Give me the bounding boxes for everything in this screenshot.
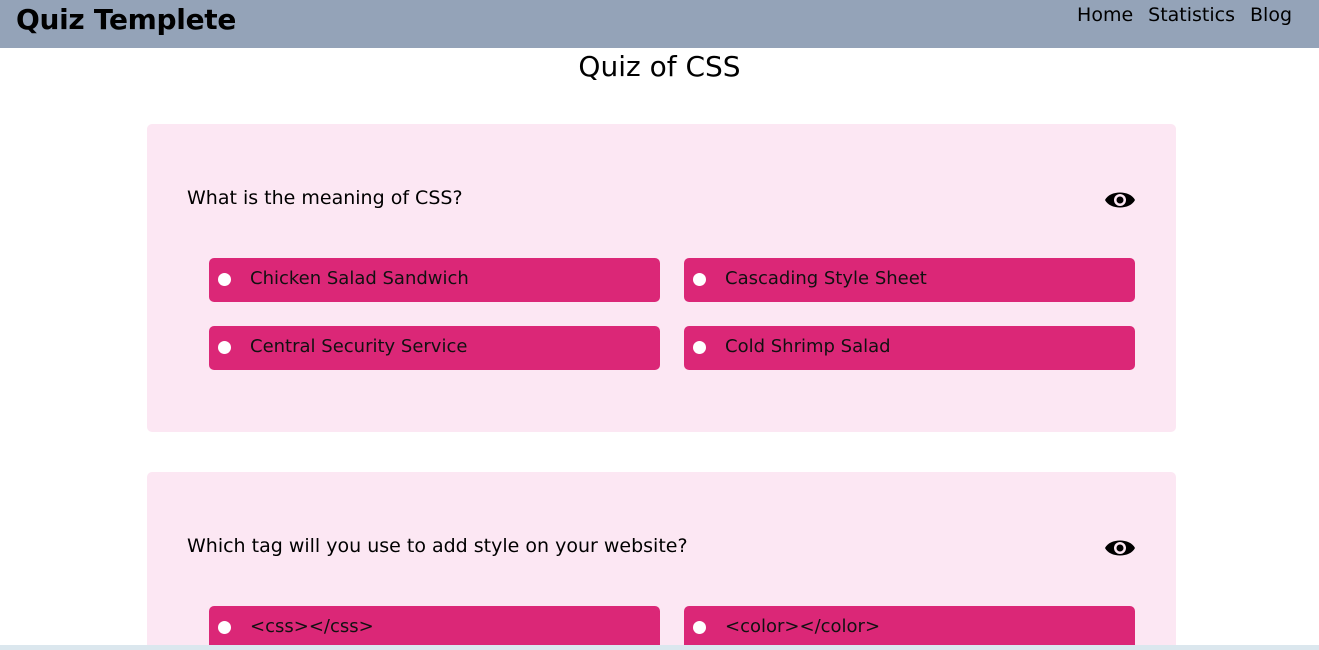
question-card: Which tag will you use to add style on y… [147, 472, 1176, 650]
page-title: Quiz of CSS [578, 50, 741, 83]
answer-option[interactable]: Cold Shrimp Salad [684, 326, 1135, 370]
answer-option-label: <color></color> [725, 616, 881, 637]
brand-logo-text[interactable]: Quiz Templete [16, 3, 236, 36]
question-text: Which tag will you use to add style on y… [187, 535, 688, 557]
horizontal-scrollbar[interactable] [0, 645, 1319, 650]
answer-option[interactable]: Chicken Salad Sandwich [209, 258, 660, 302]
nav-link-home[interactable]: Home [1077, 4, 1133, 26]
answer-option-label: Cascading Style Sheet [725, 268, 927, 289]
radio-button[interactable] [218, 273, 231, 286]
answer-option-label: Cold Shrimp Salad [725, 336, 891, 357]
navbar: Quiz Templete Home Statistics Blog [0, 0, 1319, 48]
radio-button[interactable] [693, 621, 706, 634]
radio-button[interactable] [693, 273, 706, 286]
answer-option[interactable]: Central Security Service [209, 326, 660, 370]
eye-icon[interactable] [1104, 187, 1136, 213]
radio-button[interactable] [218, 621, 231, 634]
radio-button[interactable] [693, 341, 706, 354]
eye-icon[interactable] [1104, 535, 1136, 561]
radio-button[interactable] [218, 341, 231, 354]
answer-option-label: <css></css> [250, 616, 374, 637]
nav-links: Home Statistics Blog [1077, 4, 1292, 26]
nav-link-blog[interactable]: Blog [1250, 4, 1292, 26]
nav-link-statistics[interactable]: Statistics [1148, 4, 1235, 26]
answer-option[interactable]: <css></css> [209, 606, 660, 650]
answer-option[interactable]: Cascading Style Sheet [684, 258, 1135, 302]
answer-option-label: Central Security Service [250, 336, 468, 357]
answer-option-label: Chicken Salad Sandwich [250, 268, 469, 289]
question-text: What is the meaning of CSS? [187, 187, 463, 209]
answer-option[interactable]: <color></color> [684, 606, 1135, 650]
question-card: What is the meaning of CSS? Chicken Sala… [147, 124, 1176, 432]
